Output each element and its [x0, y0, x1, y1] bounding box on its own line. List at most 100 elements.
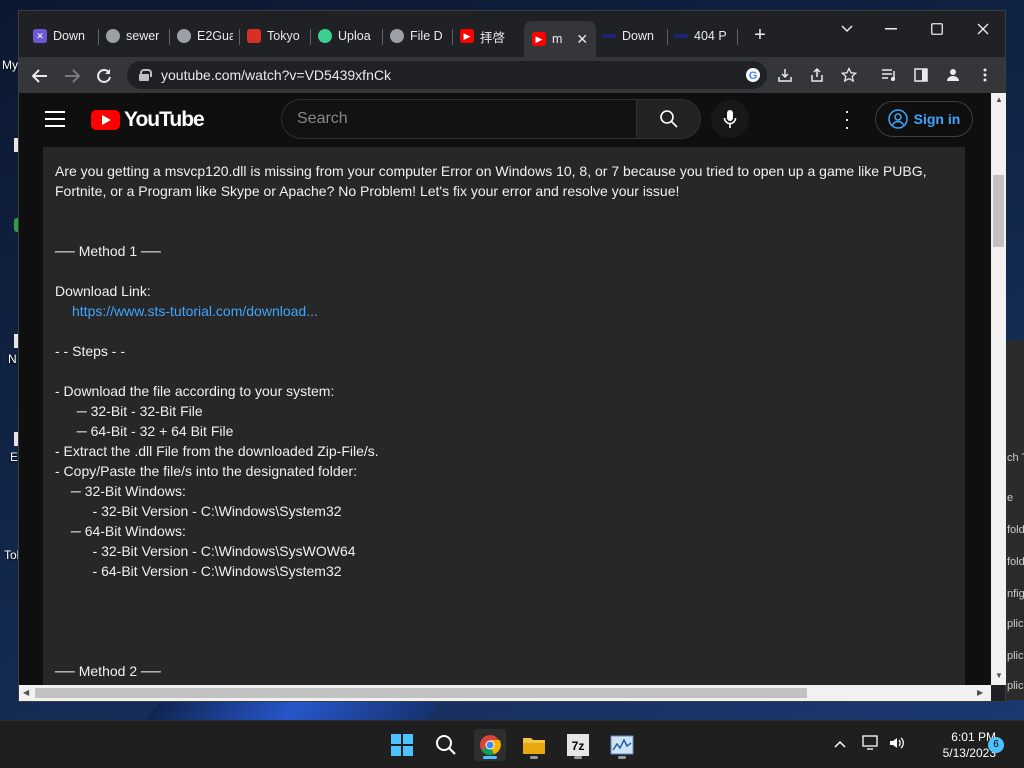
search-button[interactable]	[430, 729, 462, 761]
chrome-window: ✕ Down sewer E2Gua Tokyo Uploa File D ▶ …	[18, 10, 1006, 702]
minimize-button[interactable]	[871, 15, 911, 43]
microphone-icon	[723, 110, 737, 128]
download-link[interactable]: https://www.sts-tutorial.com/download...	[72, 303, 318, 319]
cloud-icon	[318, 29, 332, 43]
description-text: ─ 32-Bit Windows:	[67, 483, 186, 499]
new-tab-button[interactable]: +	[748, 24, 772, 48]
tab-search-icon[interactable]	[827, 15, 867, 43]
youtube-icon: ▶	[460, 29, 474, 43]
youtube-icon: ▶	[532, 32, 546, 46]
desktop-label[interactable]: My	[2, 58, 18, 72]
description-text: - Extract the .dll File from the downloa…	[55, 443, 379, 459]
scrollbar-thumb[interactable]	[993, 175, 1004, 247]
tab-title: Down	[622, 29, 654, 43]
desktop-label[interactable]: E	[10, 450, 18, 464]
tab[interactable]: ▶ 拝啓	[460, 23, 524, 49]
site-icon	[674, 34, 688, 38]
description-text: - 32-Bit Version - C:\Windows\System32	[77, 503, 342, 519]
tab[interactable]: sewer	[106, 23, 164, 49]
search-placeholder: Search	[297, 110, 348, 127]
app-icon: ✕	[33, 29, 47, 43]
notification-badge[interactable]: 6	[988, 737, 1004, 753]
back-window-row: nfigu	[1007, 588, 1024, 600]
share-icon[interactable]	[807, 65, 827, 85]
windows-icon	[391, 734, 413, 756]
clock[interactable]: 6:01 PM 5/13/2023	[914, 729, 996, 761]
background-window[interactable]: ch T e fold fold nfigu plica plica plica	[1004, 340, 1024, 700]
youtube-logo[interactable]: YouTube	[91, 108, 205, 132]
chrome-icon	[480, 735, 501, 756]
start-button[interactable]	[386, 729, 418, 761]
menu-icon[interactable]	[975, 65, 995, 85]
install-icon[interactable]	[775, 65, 795, 85]
volume-icon[interactable]	[888, 735, 906, 754]
back-window-row: ch T	[1007, 452, 1024, 464]
search-icon	[659, 110, 678, 128]
description-text: Fortnite, or a Program like Skype or Apa…	[55, 183, 680, 199]
browser-toolbar: youtube.com/watch?v=VD5439xfnCk G	[19, 57, 1005, 93]
sign-in-button[interactable]: Sign in	[875, 101, 973, 137]
show-hidden-icons-button[interactable]	[834, 735, 846, 751]
hamburger-menu-icon[interactable]	[45, 111, 65, 127]
7zip-button[interactable]: 7z	[562, 729, 594, 761]
tab[interactable]: File D	[390, 23, 446, 49]
bookmark-star-icon[interactable]	[839, 65, 859, 85]
7zip-icon: 7z	[567, 734, 589, 756]
tab[interactable]: ✕ Down	[33, 23, 93, 49]
file-explorer-button[interactable]	[518, 729, 550, 761]
settings-more-icon[interactable]: · · ·	[837, 102, 857, 136]
tab-active[interactable]: ▶ m ✕	[524, 21, 596, 57]
globe-icon	[106, 29, 120, 43]
tab-title: Down	[53, 29, 85, 43]
voice-search-button[interactable]	[711, 100, 749, 138]
scrollbar-thumb[interactable]	[35, 688, 807, 698]
tab[interactable]: Uploa	[318, 23, 376, 49]
network-icon[interactable]	[862, 735, 880, 754]
lock-icon[interactable]	[139, 69, 152, 81]
sign-in-label: Sign in	[913, 111, 961, 127]
scroll-right-arrow-icon[interactable]: ▶	[977, 688, 983, 697]
chevron-up-icon	[834, 740, 846, 748]
close-icon[interactable]: ✕	[576, 31, 588, 48]
description-text: ─ 64-Bit - 32 + 64 Bit File	[69, 423, 234, 439]
maximize-button[interactable]	[917, 15, 957, 43]
scroll-down-arrow-icon[interactable]: ▼	[995, 671, 1003, 680]
vertical-scrollbar[interactable]: ▲ ▼	[991, 93, 1006, 685]
address-bar[interactable]: youtube.com/watch?v=VD5439xfnCk	[127, 61, 767, 89]
back-window-row: fold	[1007, 556, 1024, 568]
reload-button[interactable]	[91, 63, 117, 89]
tab-title: Uploa	[338, 29, 371, 43]
scroll-left-arrow-icon[interactable]: ◀	[23, 688, 29, 697]
chrome-taskbar-button[interactable]	[474, 729, 506, 761]
tab[interactable]: Down	[602, 23, 662, 49]
tab-title: 拝啓	[480, 30, 506, 45]
profile-icon[interactable]	[943, 65, 963, 85]
search-button[interactable]	[637, 99, 701, 139]
close-window-button[interactable]	[963, 15, 1003, 43]
side-panel-icon[interactable]	[911, 65, 931, 85]
back-button[interactable]	[27, 63, 53, 89]
scroll-up-arrow-icon[interactable]: ▲	[995, 95, 1003, 104]
youtube-logo-text: YouTube	[124, 108, 205, 131]
tab[interactable]: E2Gua	[177, 23, 233, 49]
system-monitor-button[interactable]	[606, 729, 638, 761]
taskbar: 7z 6:01 PM 5/13/2023 6	[0, 720, 1024, 768]
tab[interactable]: 404 P	[674, 23, 732, 49]
desktop-label[interactable]: N	[8, 352, 17, 366]
media-control-icon[interactable]	[879, 65, 899, 85]
back-window-row: plica	[1007, 650, 1024, 662]
tab-title: File D	[410, 29, 443, 43]
folder-icon	[523, 738, 545, 754]
search-input[interactable]: Search	[281, 99, 637, 139]
description-text: Download Link:	[55, 283, 151, 299]
tab-title: E2Gua	[197, 29, 233, 43]
horizontal-scrollbar[interactable]: ◀ ▶	[19, 685, 991, 701]
tab[interactable]: Tokyo	[247, 23, 303, 49]
forward-button[interactable]	[59, 63, 85, 89]
google-icon[interactable]: G	[743, 65, 763, 85]
clock-date: 5/13/2023	[942, 746, 996, 760]
youtube-header: YouTube Search · · · Sign in	[19, 93, 991, 147]
clock-time: 6:01 PM	[951, 730, 996, 744]
description-text: ─ 32-Bit - 32-Bit File	[69, 403, 203, 419]
globe-icon	[177, 29, 191, 43]
